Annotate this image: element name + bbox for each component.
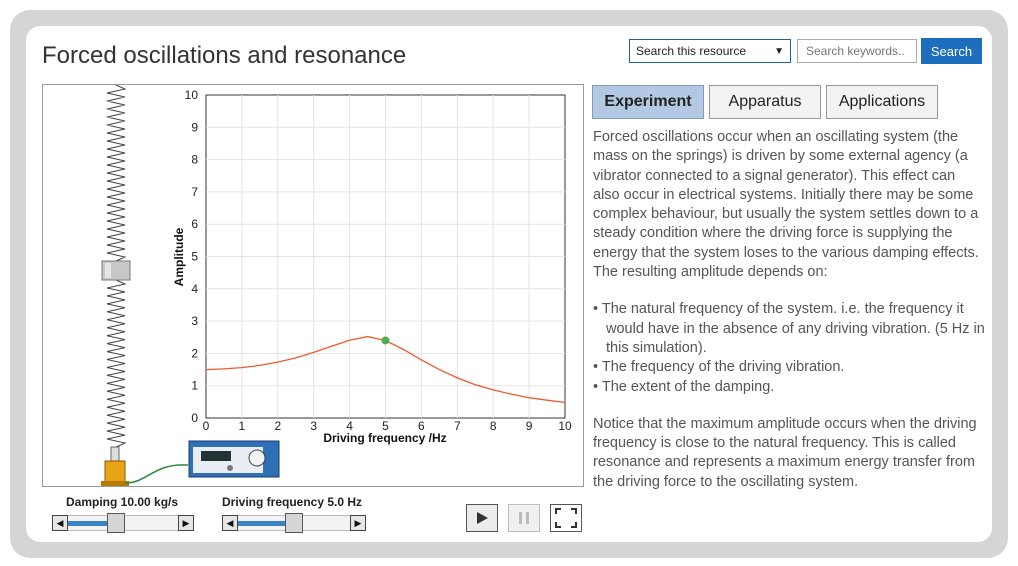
y-tick-label: 5 <box>191 250 198 264</box>
arrow-left-icon: ◀ <box>226 517 234 528</box>
description-bullet: • The frequency of the driving vibration… <box>593 359 845 376</box>
signal-cable <box>124 464 189 484</box>
y-tick-label: 10 <box>185 88 199 102</box>
damping-thumb[interactable] <box>106 513 125 533</box>
frequency-track-fill <box>238 521 285 526</box>
description-bullet: • The natural frequency of the system. i… <box>593 301 985 356</box>
frequency-decrease-button[interactable]: ◀ <box>222 515 238 531</box>
simulation-panel: 0 1 2 3 4 5 6 7 8 9 10 0 1 2 3 4 5 6 7 8 9 10 Driving freque… <box>42 84 584 540</box>
search-input[interactable] <box>797 39 917 63</box>
arrow-right-icon: ▶ <box>354 517 362 528</box>
frequency-increase-button[interactable]: ▶ <box>350 515 366 531</box>
simulation-controls: Damping 10.00 kg/s ◀ ▶ Driving frequency… <box>42 486 584 540</box>
generator-display <box>201 451 231 461</box>
frequency-thumb[interactable] <box>285 513 303 533</box>
arrow-left-icon: ◀ <box>56 517 64 528</box>
generator-knob <box>227 465 233 471</box>
simulation-canvas: 0 1 2 3 4 5 6 7 8 9 10 012345678910 Driving freque… <box>101 85 572 487</box>
x-tick-label: 8 <box>490 419 497 433</box>
upper-spring <box>106 85 127 262</box>
mass-highlight <box>105 263 111 278</box>
y-axis-ticks: 0 1 2 3 4 5 6 7 8 9 10 <box>185 88 199 425</box>
pause-icon <box>519 512 529 524</box>
amplitude-chart: 0 1 2 3 4 5 6 7 8 9 10 012345678910 Driving freque… <box>172 88 572 445</box>
x-tick-label: 9 <box>526 419 533 433</box>
y-tick-label: 3 <box>191 314 198 328</box>
x-tick-label: 0 <box>203 419 210 433</box>
y-axis-label: Amplitude <box>172 227 186 286</box>
lower-spring <box>106 279 127 448</box>
chevron-down-icon: ▼ <box>774 45 784 57</box>
damping-track[interactable] <box>68 513 178 533</box>
experiment-description: Forced oscillations occur when an oscill… <box>593 128 985 492</box>
x-tick-label: 7 <box>454 419 461 433</box>
current-frequency-marker <box>381 336 390 345</box>
generator-dial <box>248 449 266 467</box>
description-bullet: • The extent of the damping. <box>593 378 775 395</box>
tab-experiment[interactable]: Experiment <box>592 85 704 119</box>
y-tick-label: 6 <box>191 217 198 231</box>
search-scope-select[interactable]: Search this resource ▼ <box>629 39 791 63</box>
arrow-right-icon: ▶ <box>182 517 190 528</box>
x-axis-label: Driving frequency /Hz <box>323 431 446 445</box>
frequency-slider[interactable]: ◀ ▶ <box>222 513 366 533</box>
y-tick-label: 9 <box>191 120 198 134</box>
y-tick-label: 1 <box>191 379 198 393</box>
y-tick-label: 0 <box>191 411 198 425</box>
damping-increase-button[interactable]: ▶ <box>178 515 194 531</box>
damping-label: Damping 10.00 kg/s <box>66 495 179 509</box>
description-intro: Forced oscillations occur when an oscill… <box>593 129 979 281</box>
x-tick-label: 3 <box>310 419 317 433</box>
y-tick-label: 8 <box>191 153 198 167</box>
pause-button[interactable] <box>508 504 540 532</box>
signal-generator <box>188 440 280 478</box>
x-tick-label: 10 <box>558 419 572 433</box>
damping-slider[interactable]: ◀ ▶ <box>52 513 194 533</box>
x-tick-label: 2 <box>274 419 281 433</box>
description-conclusion: Notice that the maximum amplitude occurs… <box>593 415 977 490</box>
search-scope-value: Search this resource <box>636 44 747 58</box>
play-button[interactable] <box>466 504 498 532</box>
y-tick-label: 2 <box>191 346 198 360</box>
y-tick-label: 4 <box>191 282 198 296</box>
x-tick-label: 1 <box>239 419 246 433</box>
tab-apparatus[interactable]: Apparatus <box>709 85 821 119</box>
frequency-track[interactable] <box>238 513 350 533</box>
vibrator-connector <box>110 446 120 462</box>
damping-track-fill <box>68 521 107 526</box>
search-button[interactable]: Search <box>921 38 982 64</box>
page-title: Forced oscillations and resonance <box>42 42 407 69</box>
play-icon <box>477 512 488 524</box>
tab-applications[interactable]: Applications <box>826 85 938 119</box>
fullscreen-button[interactable] <box>550 504 582 532</box>
fullscreen-icon <box>555 508 577 528</box>
damping-decrease-button[interactable]: ◀ <box>52 515 68 531</box>
y-tick-label: 7 <box>191 185 198 199</box>
frequency-label: Driving frequency 5.0 Hz <box>222 495 363 509</box>
